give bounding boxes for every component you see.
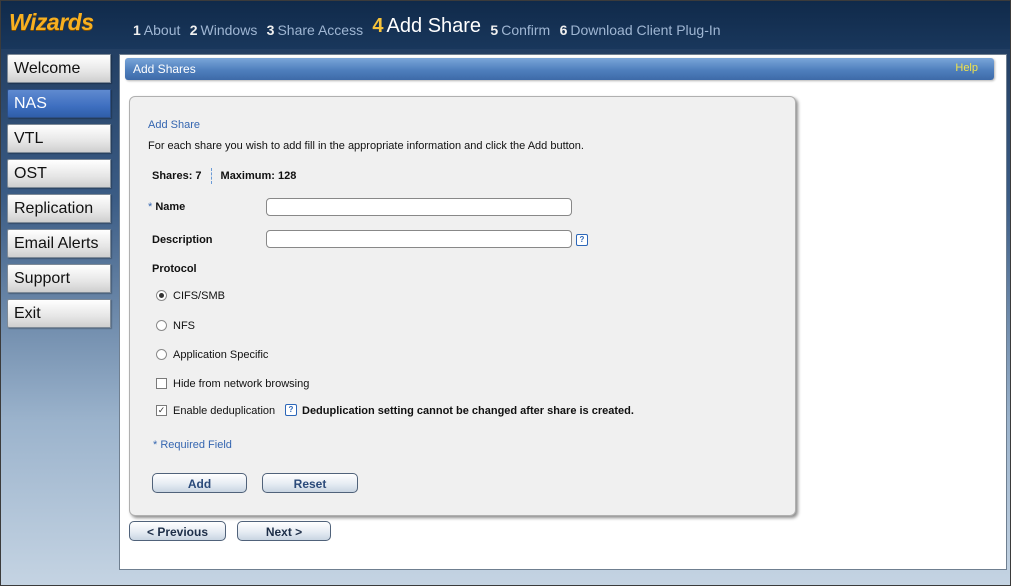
section-title: Add Share bbox=[148, 119, 200, 131]
app-window: Wizards 1 About 2 Windows 3 Share Access 4A… bbox=[0, 0, 1011, 586]
help-link[interactable]: Help bbox=[955, 62, 978, 74]
add-share-card: Add Share For each share you wish to add… bbox=[129, 96, 796, 516]
sidebar-item-exit[interactable]: Exit bbox=[7, 299, 111, 328]
page-title: Add Shares bbox=[133, 62, 196, 76]
sidebar-item-ost[interactable]: OST bbox=[7, 159, 111, 188]
enable-deduplication-label: Enable deduplication bbox=[173, 405, 276, 417]
wizards-logo: Wizards bbox=[9, 9, 94, 35]
name-input[interactable] bbox=[266, 198, 572, 216]
description-input[interactable] bbox=[266, 230, 572, 248]
sidebar: Welcome NAS VTL OST Replication Email Al… bbox=[7, 54, 111, 334]
stats-divider bbox=[210, 168, 212, 184]
protocol-cifs-radio[interactable] bbox=[156, 290, 167, 301]
previous-button[interactable]: < Previous bbox=[129, 521, 226, 541]
add-button[interactable]: Add bbox=[152, 473, 247, 493]
name-label: * Name bbox=[148, 201, 186, 213]
description-label: Description bbox=[152, 234, 213, 246]
sidebar-item-support[interactable]: Support bbox=[7, 264, 111, 293]
instructions-text: For each share you wish to add fill in t… bbox=[148, 140, 584, 152]
deduplication-help-icon[interactable]: ? bbox=[285, 404, 297, 416]
protocol-nfs-label: NFS bbox=[173, 320, 195, 332]
main-panel: Add Shares Help Add Share For each share… bbox=[119, 54, 1007, 570]
protocol-application-specific-radio[interactable] bbox=[156, 349, 167, 360]
maximum-count: Maximum: 128 bbox=[220, 169, 297, 182]
step-confirm[interactable]: 5 Confirm bbox=[490, 22, 550, 38]
sidebar-item-welcome[interactable]: Welcome bbox=[7, 54, 111, 83]
shares-count: Shares: 7 bbox=[152, 169, 202, 182]
share-stats: Shares: 7 Maximum: 128 bbox=[152, 168, 296, 184]
step-share-access[interactable]: 3 Share Access bbox=[267, 22, 363, 38]
deduplication-warning: Deduplication setting cannot be changed … bbox=[302, 405, 634, 417]
description-help-icon[interactable]: ? bbox=[576, 234, 588, 246]
sidebar-item-replication[interactable]: Replication bbox=[7, 194, 111, 223]
hide-from-browsing-label: Hide from network browsing bbox=[173, 378, 310, 390]
wizard-steps: 1 About 2 Windows 3 Share Access 4 Add Share… bbox=[133, 15, 727, 39]
sidebar-item-nas[interactable]: NAS bbox=[7, 89, 111, 118]
sidebar-item-email-alerts[interactable]: Email Alerts bbox=[7, 229, 111, 258]
protocol-label: Protocol bbox=[152, 263, 197, 275]
enable-deduplication-checkbox[interactable]: ✓ bbox=[156, 405, 167, 416]
step-download-client-plug-in[interactable]: 6 Download Client Plug-In bbox=[560, 22, 721, 38]
required-star: * bbox=[148, 201, 153, 213]
protocol-cifs-label: CIFS/SMB bbox=[173, 290, 225, 302]
hide-from-browsing-checkbox[interactable] bbox=[156, 378, 167, 389]
step-windows[interactable]: 2 Windows bbox=[190, 22, 258, 38]
reset-button[interactable]: Reset bbox=[262, 473, 358, 493]
sidebar-item-vtl[interactable]: VTL bbox=[7, 124, 111, 153]
step-about[interactable]: 1 About bbox=[133, 22, 180, 38]
protocol-application-specific-label: Application Specific bbox=[173, 349, 269, 361]
top-bar: Wizards 1 About 2 Windows 3 Share Access 4A… bbox=[1, 1, 1010, 49]
panel-header: Add Shares Help bbox=[125, 58, 994, 80]
protocol-nfs-radio[interactable] bbox=[156, 320, 167, 331]
next-button[interactable]: Next > bbox=[237, 521, 331, 541]
step-add-share[interactable]: 4 Add Share bbox=[372, 15, 481, 38]
required-field-note: * Required Field bbox=[153, 439, 232, 451]
